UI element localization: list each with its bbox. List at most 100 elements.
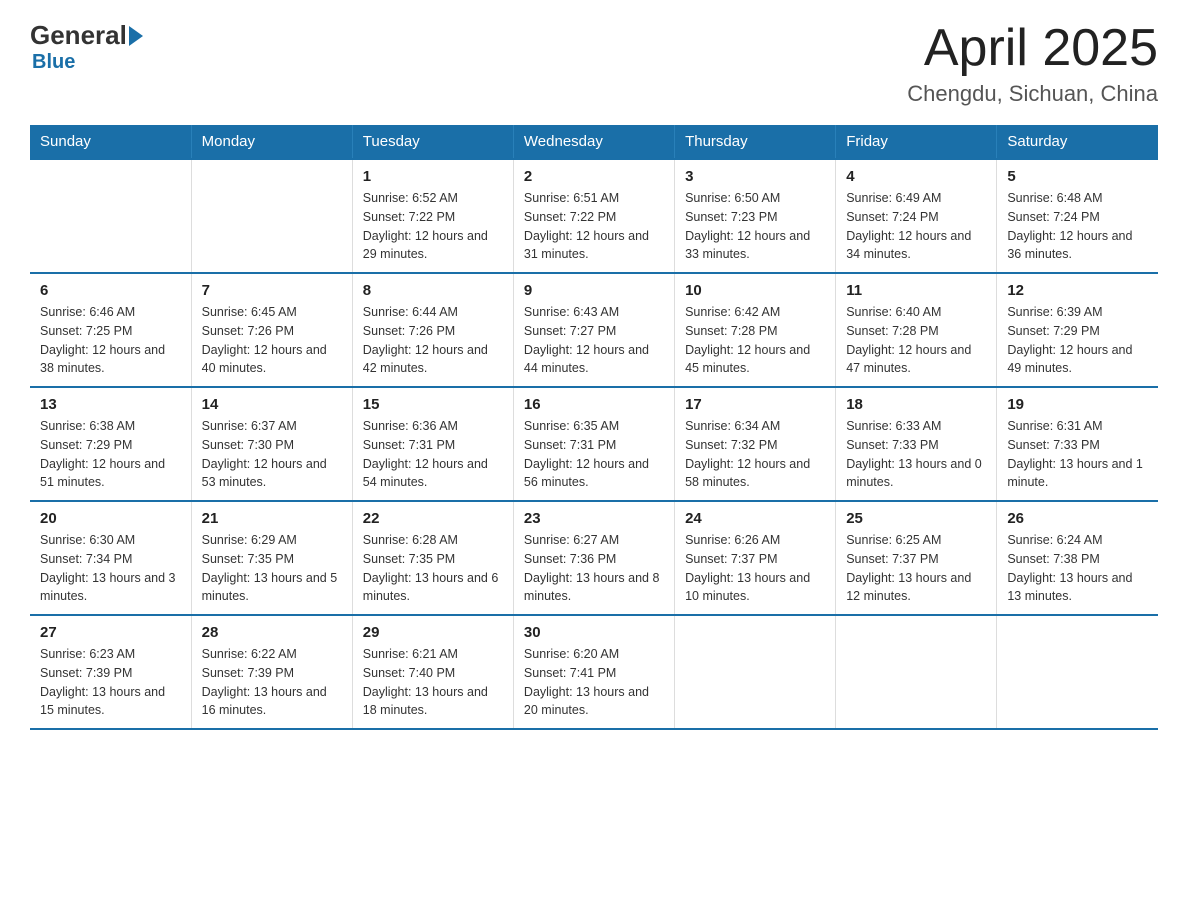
location-subtitle: Chengdu, Sichuan, China [907,81,1158,107]
title-area: April 2025 Chengdu, Sichuan, China [907,20,1158,107]
day-info: Sunrise: 6:29 AMSunset: 7:35 PMDaylight:… [202,531,342,606]
calendar-cell: 19Sunrise: 6:31 AMSunset: 7:33 PMDayligh… [997,387,1158,501]
calendar-cell [30,159,191,273]
calendar-cell: 18Sunrise: 6:33 AMSunset: 7:33 PMDayligh… [836,387,997,501]
day-info: Sunrise: 6:20 AMSunset: 7:41 PMDaylight:… [524,645,664,720]
day-number: 15 [363,396,503,413]
calendar-cell: 6Sunrise: 6:46 AMSunset: 7:25 PMDaylight… [30,273,191,387]
day-number: 20 [40,510,181,527]
logo: General [30,20,145,51]
day-info: Sunrise: 6:21 AMSunset: 7:40 PMDaylight:… [363,645,503,720]
day-info: Sunrise: 6:42 AMSunset: 7:28 PMDaylight:… [685,303,825,378]
day-number: 27 [40,624,181,641]
calendar-cell: 5 Sunrise: 6:48 AMSunset: 7:24 PMDaylight… [997,159,1158,273]
calendar-cell: 22 Sunrise: 6:28 AMSunset: 7:35 PMDayligh… [352,501,513,615]
week-row-5: 27 Sunrise: 6:23 AMSunset: 7:39 PMDayligh… [30,615,1158,729]
calendar-cell: 8Sunrise: 6:44 AMSunset: 7:26 PMDaylight… [352,273,513,387]
calendar-cell [997,615,1158,729]
day-number: 24 [685,510,825,527]
day-number: 19 [1007,396,1148,413]
day-header-saturday: Saturday [997,125,1158,159]
day-info: Sunrise: 6:28 AMSunset: 7:35 PMDaylight:… [363,531,503,606]
day-header-thursday: Thursday [675,125,836,159]
day-number: 9 [524,282,664,299]
day-number: 14 [202,396,342,413]
week-row-2: 6Sunrise: 6:46 AMSunset: 7:25 PMDaylight… [30,273,1158,387]
day-number: 10 [685,282,825,299]
day-header-tuesday: Tuesday [352,125,513,159]
day-header-sunday: Sunday [30,125,191,159]
calendar-cell: 16 Sunrise: 6:35 AMSunset: 7:31 PMDayligh… [513,387,674,501]
calendar-cell: 7 Sunrise: 6:45 AMSunset: 7:26 PMDaylight… [191,273,352,387]
day-number: 4 [846,168,986,185]
day-info: Sunrise: 6:36 AMSunset: 7:31 PMDaylight:… [363,417,503,492]
day-number: 25 [846,510,986,527]
day-info: Sunrise: 6:25 AMSunset: 7:37 PMDaylight:… [846,531,986,606]
day-info: Sunrise: 6:49 AMSunset: 7:24 PMDaylight:… [846,189,986,264]
day-number: 13 [40,396,181,413]
day-info: Sunrise: 6:37 AMSunset: 7:30 PMDaylight:… [202,417,342,492]
calendar-cell: 2 Sunrise: 6:51 AMSunset: 7:22 PMDaylight… [513,159,674,273]
day-info: Sunrise: 6:52 AMSunset: 7:22 PMDaylight:… [363,189,503,264]
calendar-cell: 26 Sunrise: 6:24 AMSunset: 7:38 PMDayligh… [997,501,1158,615]
logo-general-text: General [30,20,127,51]
day-number: 2 [524,168,664,185]
day-info: Sunrise: 6:48 AMSunset: 7:24 PMDaylight:… [1007,189,1148,264]
day-info: Sunrise: 6:45 AMSunset: 7:26 PMDaylight:… [202,303,342,378]
calendar-cell: 27 Sunrise: 6:23 AMSunset: 7:39 PMDayligh… [30,615,191,729]
calendar-cell: 23 Sunrise: 6:27 AMSunset: 7:36 PMDayligh… [513,501,674,615]
calendar-cell: 15 Sunrise: 6:36 AMSunset: 7:31 PMDayligh… [352,387,513,501]
day-number: 16 [524,396,664,413]
day-number: 5 [1007,168,1148,185]
day-header-monday: Monday [191,125,352,159]
day-number: 1 [363,168,503,185]
calendar-cell: 24Sunrise: 6:26 AMSunset: 7:37 PMDayligh… [675,501,836,615]
calendar-cell: 1 Sunrise: 6:52 AMSunset: 7:22 PMDaylight… [352,159,513,273]
day-number: 26 [1007,510,1148,527]
day-number: 30 [524,624,664,641]
calendar-cell: 25 Sunrise: 6:25 AMSunset: 7:37 PMDayligh… [836,501,997,615]
day-number: 18 [846,396,986,413]
header: General Blue April 2025 Chengdu, Sichuan… [30,20,1158,107]
day-info: Sunrise: 6:27 AMSunset: 7:36 PMDaylight:… [524,531,664,606]
day-number: 21 [202,510,342,527]
calendar-cell: 4 Sunrise: 6:49 AMSunset: 7:24 PMDaylight… [836,159,997,273]
day-info: Sunrise: 6:22 AMSunset: 7:39 PMDaylight:… [202,645,342,720]
calendar-cell: 30 Sunrise: 6:20 AMSunset: 7:41 PMDayligh… [513,615,674,729]
calendar-cell: 3Sunrise: 6:50 AMSunset: 7:23 PMDaylight… [675,159,836,273]
day-number: 11 [846,282,986,299]
day-info: Sunrise: 6:30 AMSunset: 7:34 PMDaylight:… [40,531,181,606]
calendar-cell: 13Sunrise: 6:38 AMSunset: 7:29 PMDayligh… [30,387,191,501]
day-number: 28 [202,624,342,641]
page-title: April 2025 [907,20,1158,77]
day-number: 23 [524,510,664,527]
day-info: Sunrise: 6:46 AMSunset: 7:25 PMDaylight:… [40,303,181,378]
day-header-wednesday: Wednesday [513,125,674,159]
calendar-cell: 9 Sunrise: 6:43 AMSunset: 7:27 PMDaylight… [513,273,674,387]
day-number: 7 [202,282,342,299]
calendar-cell: 29 Sunrise: 6:21 AMSunset: 7:40 PMDayligh… [352,615,513,729]
logo-triangle-icon [129,26,143,46]
calendar-table: SundayMondayTuesdayWednesdayThursdayFrid… [30,125,1158,730]
logo-area: General Blue [30,20,145,74]
day-header-friday: Friday [836,125,997,159]
calendar-body: 1 Sunrise: 6:52 AMSunset: 7:22 PMDaylight… [30,159,1158,729]
day-info: Sunrise: 6:35 AMSunset: 7:31 PMDaylight:… [524,417,664,492]
week-row-1: 1 Sunrise: 6:52 AMSunset: 7:22 PMDaylight… [30,159,1158,273]
day-info: Sunrise: 6:43 AMSunset: 7:27 PMDaylight:… [524,303,664,378]
day-info: Sunrise: 6:23 AMSunset: 7:39 PMDaylight:… [40,645,181,720]
day-number: 8 [363,282,503,299]
calendar-cell: 12Sunrise: 6:39 AMSunset: 7:29 PMDayligh… [997,273,1158,387]
calendar-cell: 10 Sunrise: 6:42 AMSunset: 7:28 PMDayligh… [675,273,836,387]
logo-blue-text: Blue [32,51,75,74]
day-info: Sunrise: 6:51 AMSunset: 7:22 PMDaylight:… [524,189,664,264]
calendar-cell: 17Sunrise: 6:34 AMSunset: 7:32 PMDayligh… [675,387,836,501]
calendar-cell: 21 Sunrise: 6:29 AMSunset: 7:35 PMDayligh… [191,501,352,615]
day-number: 3 [685,168,825,185]
day-info: Sunrise: 6:24 AMSunset: 7:38 PMDaylight:… [1007,531,1148,606]
day-number: 12 [1007,282,1148,299]
day-number: 22 [363,510,503,527]
week-row-3: 13Sunrise: 6:38 AMSunset: 7:29 PMDayligh… [30,387,1158,501]
day-number: 29 [363,624,503,641]
day-info: Sunrise: 6:40 AMSunset: 7:28 PMDaylight:… [846,303,986,378]
